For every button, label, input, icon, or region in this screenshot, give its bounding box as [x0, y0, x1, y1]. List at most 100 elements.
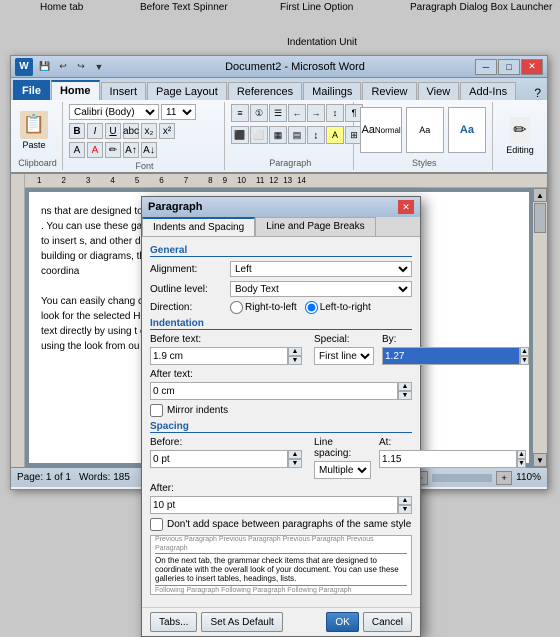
- by-down-btn[interactable]: ▼: [520, 356, 529, 365]
- scrollbar-vertical[interactable]: ▲ ▼: [533, 188, 547, 467]
- shading-btn[interactable]: A: [326, 126, 344, 144]
- decrease-indent-btn[interactable]: ←: [288, 104, 306, 122]
- maximize-btn[interactable]: □: [498, 59, 520, 75]
- zoom-slider[interactable]: [432, 474, 492, 482]
- direction-rtl-radio[interactable]: Right-to-left: [230, 301, 297, 314]
- font-size-grow-btn[interactable]: A↑: [123, 142, 139, 158]
- after-text-down-btn[interactable]: ▼: [398, 391, 412, 400]
- editing-label: Editing: [506, 145, 534, 155]
- before-text-up-btn[interactable]: ▲: [288, 347, 302, 356]
- dialog-close-btn[interactable]: ✕: [398, 200, 414, 214]
- alignment-select[interactable]: Left: [230, 261, 412, 277]
- save-quick-btn[interactable]: 💾: [37, 59, 53, 75]
- undo-quick-btn[interactable]: ↩: [55, 59, 71, 75]
- dont-add-space-checkbox[interactable]: [150, 518, 163, 531]
- special-select[interactable]: First line: [314, 347, 374, 365]
- after-spacing-down[interactable]: ▼: [398, 505, 412, 514]
- annotation-home-tab: Home tab: [40, 2, 83, 13]
- font-name-select[interactable]: Calibri (Body): [69, 104, 159, 120]
- at-up[interactable]: ▲: [517, 450, 526, 459]
- before-text-input[interactable]: [150, 347, 288, 365]
- multilevel-list-btn[interactable]: ☰: [269, 104, 287, 122]
- align-right-btn[interactable]: ▦: [269, 126, 287, 144]
- text-color-btn[interactable]: A: [87, 142, 103, 158]
- before-spacing-input[interactable]: [150, 450, 288, 468]
- zoom-in-btn[interactable]: +: [496, 471, 512, 485]
- general-section-title: General: [150, 245, 412, 257]
- dialog-tab-line-page[interactable]: Line and Page Breaks: [255, 217, 375, 236]
- paragraph-dialog: Paragraph ✕ Indents and Spacing Line and…: [141, 196, 421, 637]
- tab-view[interactable]: View: [418, 82, 460, 100]
- before-spacing-up[interactable]: ▲: [288, 450, 302, 459]
- after-spacing-input[interactable]: [150, 496, 398, 514]
- underline-btn[interactable]: U: [105, 123, 121, 139]
- scroll-down-btn[interactable]: ▼: [533, 453, 547, 467]
- at-input[interactable]: [379, 450, 517, 468]
- before-spacing-btns: ▲ ▼: [288, 450, 302, 468]
- editing-btn[interactable]: ✏: [510, 117, 529, 143]
- justify-btn[interactable]: ▤: [288, 126, 306, 144]
- subscript-btn[interactable]: x₂: [141, 123, 157, 139]
- increase-indent-btn[interactable]: →: [307, 104, 325, 122]
- style-normal[interactable]: AaNormal: [360, 107, 401, 153]
- after-text-input[interactable]: [150, 382, 398, 400]
- line-spacing-select[interactable]: Multiple: [314, 461, 371, 479]
- tab-home[interactable]: Home: [51, 80, 100, 100]
- annotations-top: Home tab Before Text Spinner First Line …: [0, 0, 560, 55]
- superscript-btn[interactable]: x²: [159, 123, 175, 139]
- styles-content: AaNormal Aa Aa: [360, 104, 488, 156]
- direction-ltr-radio[interactable]: Left-to-right: [305, 301, 371, 314]
- set-default-btn[interactable]: Set As Default: [201, 612, 282, 632]
- tabs-btn[interactable]: Tabs...: [150, 612, 197, 632]
- highlight-btn[interactable]: ✏: [105, 142, 121, 158]
- dialog-body: General Alignment: Left Outline level: B…: [142, 237, 420, 607]
- by-up-btn[interactable]: ▲: [520, 347, 529, 356]
- tab-mailings[interactable]: Mailings: [303, 82, 361, 100]
- dialog-tab-indents[interactable]: Indents and Spacing: [142, 217, 255, 236]
- style-no-spacing[interactable]: Aa: [406, 107, 444, 153]
- close-btn[interactable]: ✕: [521, 59, 543, 75]
- sort-btn[interactable]: ↕: [326, 104, 344, 122]
- rtl-radio-input[interactable]: [230, 301, 243, 314]
- scroll-up-btn[interactable]: ▲: [533, 188, 547, 202]
- cancel-btn[interactable]: Cancel: [363, 612, 412, 632]
- tab-page-layout[interactable]: Page Layout: [147, 82, 227, 100]
- bold-btn[interactable]: B: [69, 123, 85, 139]
- ribbon-help-icon[interactable]: ?: [534, 86, 541, 100]
- minimize-btn[interactable]: ─: [475, 59, 497, 75]
- tab-addins[interactable]: Add-Ins: [460, 82, 516, 100]
- font-size-shrink-btn[interactable]: A↓: [141, 142, 157, 158]
- italic-btn[interactable]: I: [87, 123, 103, 139]
- tab-review[interactable]: Review: [362, 82, 416, 100]
- before-text-down-btn[interactable]: ▼: [288, 356, 302, 365]
- align-left-btn[interactable]: ⬛: [231, 126, 249, 144]
- dropdown-quick-btn[interactable]: ▼: [91, 59, 107, 75]
- strikethrough-btn[interactable]: abc: [123, 123, 139, 139]
- bullets-btn[interactable]: ≡: [231, 104, 249, 122]
- text-effect-btn[interactable]: A: [69, 142, 85, 158]
- paste-btn[interactable]: 📋 Paste: [17, 108, 51, 153]
- by-input[interactable]: [382, 347, 520, 365]
- tab-file[interactable]: File: [13, 80, 50, 100]
- align-center-btn[interactable]: ⬜: [250, 126, 268, 144]
- after-text-row: After text: ▲ ▼: [150, 369, 412, 400]
- ruler-mark-8: 8: [208, 176, 212, 185]
- before-spacing-down[interactable]: ▼: [288, 459, 302, 468]
- ok-btn[interactable]: OK: [326, 612, 358, 632]
- style-heading1[interactable]: Aa: [448, 107, 486, 153]
- numbering-btn[interactable]: ①: [250, 104, 268, 122]
- redo-quick-btn[interactable]: ↪: [73, 59, 89, 75]
- line-spacing-btn[interactable]: ↨: [307, 126, 325, 144]
- after-spacing-up[interactable]: ▲: [398, 496, 412, 505]
- scroll-thumb[interactable]: [534, 203, 546, 233]
- tab-insert[interactable]: Insert: [101, 82, 147, 100]
- outline-select[interactable]: Body Text: [230, 281, 412, 297]
- after-text-up-btn[interactable]: ▲: [398, 382, 412, 391]
- preview-after-text: Following Paragraph Following Paragraph …: [155, 586, 407, 595]
- tab-references[interactable]: References: [228, 82, 302, 100]
- ltr-radio-input[interactable]: [305, 301, 318, 314]
- at-down[interactable]: ▼: [517, 459, 526, 468]
- font-size-select[interactable]: 11: [161, 104, 196, 120]
- word-icon: W: [15, 58, 33, 76]
- mirror-indents-checkbox[interactable]: [150, 404, 163, 417]
